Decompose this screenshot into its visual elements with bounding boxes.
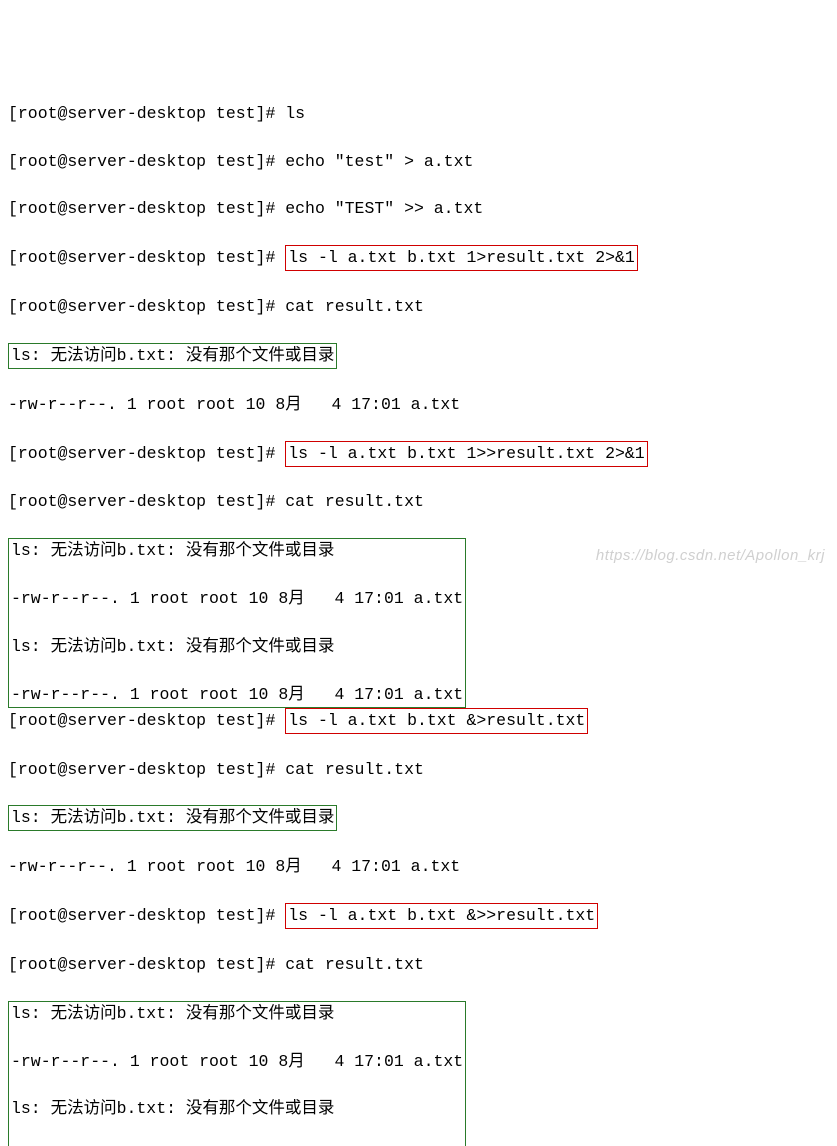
output-err: ls: 无法访问b.txt: 没有那个文件或目录 xyxy=(11,635,463,659)
output-block-2: ls: 无法访问b.txt: 没有那个文件或目录 -rw-r--r--. 1 r… xyxy=(8,1001,466,1146)
cmd-cat: cat result.txt xyxy=(285,297,424,316)
output-err-box: ls: 无法访问b.txt: 没有那个文件或目录 xyxy=(8,805,337,831)
terminal-line: [root@server-desktop test]# echo "test" … xyxy=(8,150,829,174)
output-stat: -rw-r--r--. 1 root root 10 8月 4 17:01 a.… xyxy=(11,587,463,611)
prompt: [root@server-desktop test]# xyxy=(8,444,285,463)
terminal-line: [root@server-desktop test]# ls -l a.txt … xyxy=(8,903,829,929)
output-err: ls: 无法访问b.txt: 没有那个文件或目录 xyxy=(11,539,463,563)
output-stat: -rw-r--r--. 1 root root 10 8月 4 17:01 a.… xyxy=(8,395,460,414)
cmd-echo1: echo "test" > a.txt xyxy=(285,152,473,171)
prompt: [root@server-desktop test]# xyxy=(8,199,285,218)
output-stat: -rw-r--r--. 1 root root 10 8月 4 17:01 a.… xyxy=(11,683,463,707)
terminal-line: [root@server-desktop test]# cat result.t… xyxy=(8,953,829,977)
cmd-redir1-box: ls -l a.txt b.txt 1>result.txt 2>&1 xyxy=(285,245,638,271)
terminal-line: [root@server-desktop test]# cat result.t… xyxy=(8,490,829,514)
cmd-ls: ls xyxy=(285,104,305,123)
prompt: [root@server-desktop test]# xyxy=(8,760,285,779)
prompt: [root@server-desktop test]# xyxy=(8,492,285,511)
prompt: [root@server-desktop test]# xyxy=(8,906,285,925)
watermark: https://blog.csdn.net/Apollon_krj xyxy=(596,545,825,567)
terminal-line: [root@server-desktop test]# ls -l a.txt … xyxy=(8,245,829,271)
terminal-line: [root@server-desktop test]# cat result.t… xyxy=(8,758,829,782)
prompt: [root@server-desktop test]# xyxy=(8,152,285,171)
terminal-line: [root@server-desktop test]# ls -l a.txt … xyxy=(8,441,829,467)
output-block-1: ls: 无法访问b.txt: 没有那个文件或目录 -rw-r--r--. 1 r… xyxy=(8,538,466,707)
cmd-cat: cat result.txt xyxy=(285,955,424,974)
output-stat: -rw-r--r--. 1 root root 10 8月 4 17:01 a.… xyxy=(11,1145,463,1146)
prompt: [root@server-desktop test]# xyxy=(8,297,285,316)
terminal-line: -rw-r--r--. 1 root root 10 8月 4 17:01 a.… xyxy=(8,855,829,879)
terminal-line: ls: 无法访问b.txt: 没有那个文件或目录 xyxy=(8,805,829,831)
cmd-redir3-box: ls -l a.txt b.txt &>result.txt xyxy=(285,708,588,734)
cmd-cat: cat result.txt xyxy=(285,492,424,511)
prompt: [root@server-desktop test]# xyxy=(8,711,285,730)
prompt: [root@server-desktop test]# xyxy=(8,955,285,974)
terminal-line: ls: 无法访问b.txt: 没有那个文件或目录 xyxy=(8,343,829,369)
output-err: ls: 无法访问b.txt: 没有那个文件或目录 xyxy=(11,1002,463,1026)
output-err: ls: 无法访问b.txt: 没有那个文件或目录 xyxy=(11,1097,463,1121)
prompt: [root@server-desktop test]# xyxy=(8,104,285,123)
terminal-line: [root@server-desktop test]# cat result.t… xyxy=(8,295,829,319)
terminal-line: [root@server-desktop test]# ls -l a.txt … xyxy=(8,708,829,734)
output-stat: -rw-r--r--. 1 root root 10 8月 4 17:01 a.… xyxy=(11,1050,463,1074)
terminal-line: [root@server-desktop test]# ls xyxy=(8,102,829,126)
cmd-redir2-box: ls -l a.txt b.txt 1>>result.txt 2>&1 xyxy=(285,441,647,467)
output-stat: -rw-r--r--. 1 root root 10 8月 4 17:01 a.… xyxy=(8,857,460,876)
terminal-line: -rw-r--r--. 1 root root 10 8月 4 17:01 a.… xyxy=(8,393,829,417)
cmd-cat: cat result.txt xyxy=(285,760,424,779)
prompt: [root@server-desktop test]# xyxy=(8,248,285,267)
output-err-box: ls: 无法访问b.txt: 没有那个文件或目录 xyxy=(8,343,337,369)
cmd-redir4-box: ls -l a.txt b.txt &>>result.txt xyxy=(285,903,598,929)
cmd-echo2: echo "TEST" >> a.txt xyxy=(285,199,483,218)
terminal-line: [root@server-desktop test]# echo "TEST" … xyxy=(8,197,829,221)
